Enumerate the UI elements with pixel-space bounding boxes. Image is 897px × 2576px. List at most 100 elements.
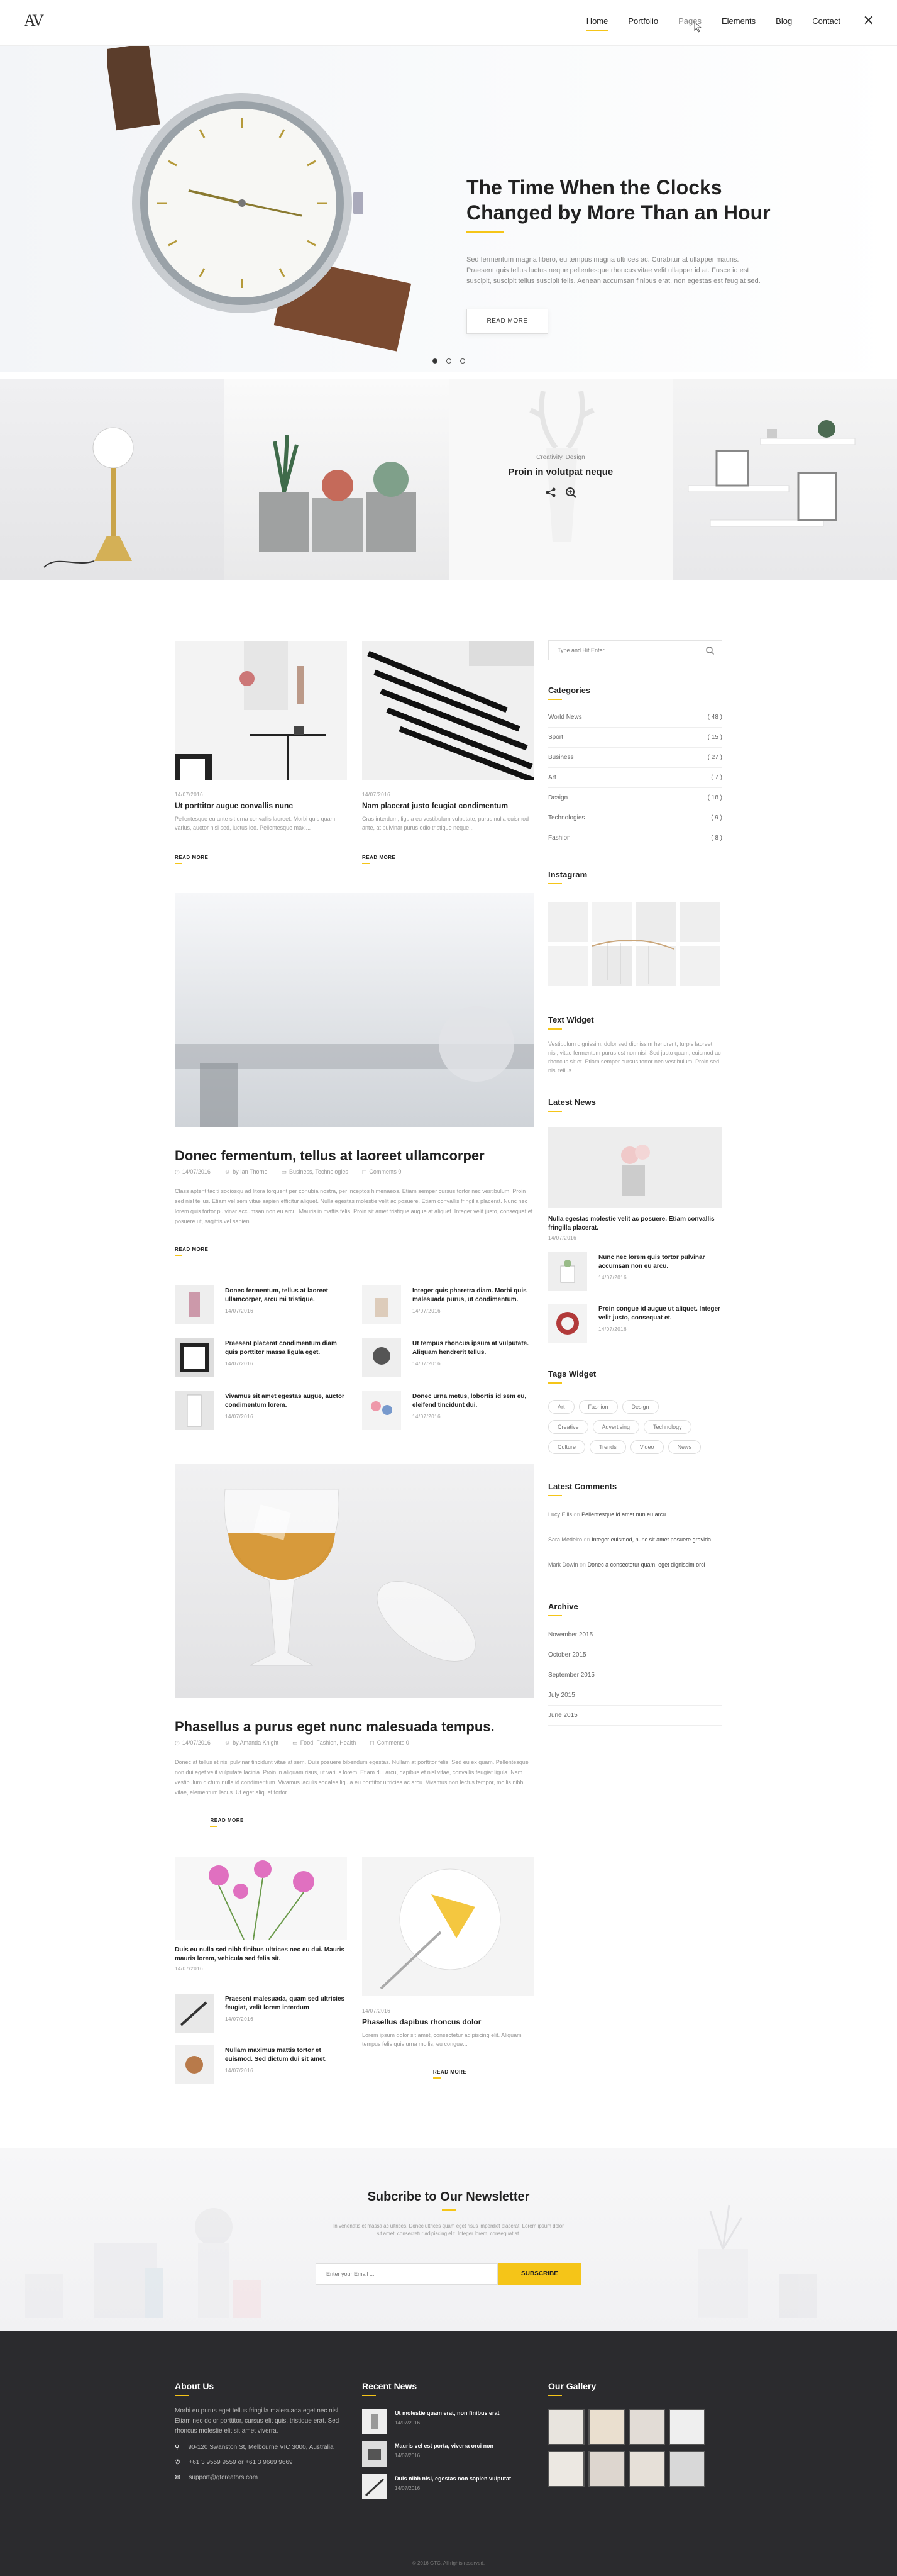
gallery-thumb[interactable] xyxy=(629,2451,665,2487)
gallery-thumb[interactable] xyxy=(669,2409,705,2445)
archive-item[interactable]: June 2015 xyxy=(548,1706,722,1726)
post-meta-category[interactable]: Business, Technologies xyxy=(289,1169,348,1175)
subscribe-button[interactable]: SUBSCRIBE xyxy=(498,2263,581,2285)
comment-item: Mark Dowin on Donec a consectetur quam, … xyxy=(548,1562,705,1568)
tile-lamp[interactable] xyxy=(0,379,224,580)
tag[interactable]: Advertising xyxy=(592,1420,640,1434)
tile-plants[interactable] xyxy=(224,379,449,580)
nav-home[interactable]: Home xyxy=(586,16,608,31)
post-title[interactable]: Ut porttitor augue convallis nunc xyxy=(175,801,347,811)
post-excerpt: Donec at tellus et nisl pulvinar tincidu… xyxy=(175,1759,529,1796)
post-title-large[interactable]: Donec fermentum, tellus at laoreet ullam… xyxy=(175,1148,534,1164)
slider-dot-3[interactable] xyxy=(460,358,465,364)
category-item[interactable]: Design( 18 ) xyxy=(548,788,722,808)
comment-item: Lucy Ellis on Pellentesque id amet nun e… xyxy=(548,1511,666,1518)
footer-news-list: Ut molestie quam erat, non finibus erat … xyxy=(362,2409,534,2509)
gallery-thumb[interactable] xyxy=(548,2451,585,2487)
user-icon: ☺ xyxy=(224,1169,231,1175)
footer-underline xyxy=(175,2395,189,2396)
category-item[interactable]: Business( 27 ) xyxy=(548,748,722,768)
post-title[interactable]: Phasellus dapibus rhoncus dolor xyxy=(362,2017,534,2027)
nav-portfolio[interactable]: Portfolio xyxy=(628,16,658,26)
slider-dot-2[interactable] xyxy=(446,358,451,364)
read-more-link[interactable]: READ MORE xyxy=(210,1818,243,1827)
widget-underline xyxy=(548,1495,562,1496)
hero-slider: The Time When the Clocks Changed by More… xyxy=(0,46,897,372)
category-item[interactable]: World News( 48 ) xyxy=(548,708,722,728)
archive-item[interactable]: July 2015 xyxy=(548,1685,722,1706)
tag[interactable]: Creative xyxy=(548,1420,588,1434)
category-item[interactable]: Art( 7 ) xyxy=(548,768,722,788)
archive-item[interactable]: October 2015 xyxy=(548,1645,722,1665)
lamp-image xyxy=(43,427,134,568)
footer-about: About Us Morbi eu purus eget tellus frin… xyxy=(175,2381,347,2483)
zoom-icon[interactable] xyxy=(565,487,576,498)
hero-title: The Time When the Clocks Changed by More… xyxy=(466,176,771,224)
post-image-glass[interactable] xyxy=(175,1464,534,1698)
widget-title: Categories xyxy=(548,686,591,695)
read-more-link[interactable]: READ MORE xyxy=(432,2069,466,2079)
gallery-thumb[interactable] xyxy=(669,2451,705,2487)
category-item[interactable]: Fashion( 8 ) xyxy=(548,828,722,848)
latest-news-image[interactable] xyxy=(548,1127,722,1208)
post-title[interactable]: Nam placerat justo feugiat condimentum xyxy=(362,801,534,811)
tag[interactable]: Culture xyxy=(548,1440,586,1454)
post-title[interactable]: Duis eu nulla sed nibh finibus ultrices … xyxy=(175,1946,347,1963)
mini-post-thumb xyxy=(175,1994,214,2033)
logo[interactable]: AV xyxy=(24,11,44,30)
post-image-window[interactable] xyxy=(175,893,534,1127)
mini-post-thumb xyxy=(362,1338,401,1377)
hero-read-more-button[interactable]: READ MORE xyxy=(466,309,548,334)
mini-post-thumb xyxy=(175,1285,214,1324)
tag[interactable]: News xyxy=(668,1440,702,1454)
phone-icon: ✆ xyxy=(175,2459,180,2466)
footer-underline xyxy=(548,2395,562,2396)
gallery-thumb[interactable] xyxy=(548,2409,585,2445)
tile-antlers-hover[interactable]: Creativity, Design Proin in volutpat neq… xyxy=(448,379,673,580)
tag[interactable]: Trends xyxy=(590,1440,626,1454)
read-more-link[interactable]: READ MORE xyxy=(175,855,208,864)
post-title-large[interactable]: Phasellus a purus eget nunc malesuada te… xyxy=(175,1719,534,1735)
tag[interactable]: Fashion xyxy=(578,1400,618,1414)
archive-item[interactable]: September 2015 xyxy=(548,1665,722,1685)
tag[interactable]: Video xyxy=(630,1440,664,1454)
latest-news-date: 14/07/2016 xyxy=(548,1235,577,1241)
widget-underline xyxy=(548,883,562,884)
close-icon[interactable]: ✕ xyxy=(863,13,874,29)
share-icon[interactable] xyxy=(545,487,556,498)
comment-icon: ◻ xyxy=(361,1169,367,1175)
read-more-link[interactable]: READ MORE xyxy=(362,855,395,864)
gallery-thumb[interactable] xyxy=(588,2451,625,2487)
newsletter-email-input[interactable] xyxy=(316,2263,498,2285)
archive-item[interactable]: November 2015 xyxy=(548,1625,722,1645)
post-meta-category[interactable]: Food, Fashion, Health xyxy=(300,1740,356,1746)
nav-contact[interactable]: Contact xyxy=(812,16,840,26)
search-input[interactable] xyxy=(549,641,693,660)
category-item[interactable]: Sport( 15 ) xyxy=(548,728,722,748)
nav-blog[interactable]: Blog xyxy=(776,16,792,26)
widget-underline xyxy=(548,1615,562,1616)
post-meta-comments[interactable]: Comments 0 xyxy=(369,1169,401,1175)
tile-title[interactable]: Proin in volutpat neque xyxy=(449,467,673,477)
gallery-thumb[interactable] xyxy=(629,2409,665,2445)
tag[interactable]: Design xyxy=(622,1400,659,1414)
tag[interactable]: Technology xyxy=(644,1420,691,1434)
post-meta-comments[interactable]: Comments 0 xyxy=(377,1740,409,1746)
latest-news-title[interactable]: Nulla egestas molestie velit ac posuere.… xyxy=(548,1215,722,1233)
latest-news-thumb xyxy=(548,1304,587,1343)
tag[interactable]: Art xyxy=(548,1400,575,1414)
slider-dot-1[interactable] xyxy=(432,358,437,364)
post-image-pens[interactable] xyxy=(362,641,534,780)
tile-shelves[interactable] xyxy=(673,379,897,580)
post-meta-author[interactable]: by Ian Thorne xyxy=(233,1169,267,1175)
read-more-link[interactable]: READ MORE xyxy=(175,1246,208,1256)
gallery-thumb[interactable] xyxy=(588,2409,625,2445)
post-image-flowers[interactable] xyxy=(175,1857,347,1940)
category-item[interactable]: Technologies( 9 ) xyxy=(548,808,722,828)
post-image-cake[interactable] xyxy=(362,1857,534,1996)
post-meta-author[interactable]: by Amanda Knight xyxy=(233,1740,278,1746)
post-image-kitchen[interactable] xyxy=(175,641,347,780)
instagram-grid[interactable] xyxy=(548,902,722,987)
nav-elements[interactable]: Elements xyxy=(722,16,756,26)
search-icon[interactable] xyxy=(706,647,714,655)
